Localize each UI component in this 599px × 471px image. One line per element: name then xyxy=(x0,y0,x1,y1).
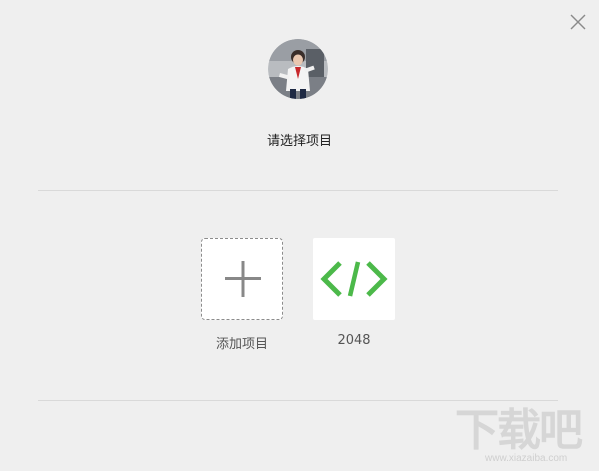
user-avatar-image xyxy=(268,39,328,99)
project-tile-2048[interactable] xyxy=(313,238,395,320)
code-icon xyxy=(320,261,388,297)
add-project-button[interactable] xyxy=(201,238,283,320)
add-project-label: 添加项目 xyxy=(215,337,268,352)
plus-icon xyxy=(225,261,261,297)
close-button[interactable] xyxy=(568,12,588,32)
close-icon xyxy=(570,14,586,30)
watermark-text: 下载吧 xyxy=(455,405,583,456)
avatar xyxy=(268,39,328,99)
project-label-2048: 2048 xyxy=(337,333,371,348)
divider-top xyxy=(38,190,558,191)
watermark-logo: 下载吧 www.xiazaiba.com xyxy=(455,405,595,469)
page-title: 请选择项目 xyxy=(266,134,332,149)
divider-bottom xyxy=(38,400,558,401)
watermark-url: www.xiazaiba.com xyxy=(485,453,568,464)
